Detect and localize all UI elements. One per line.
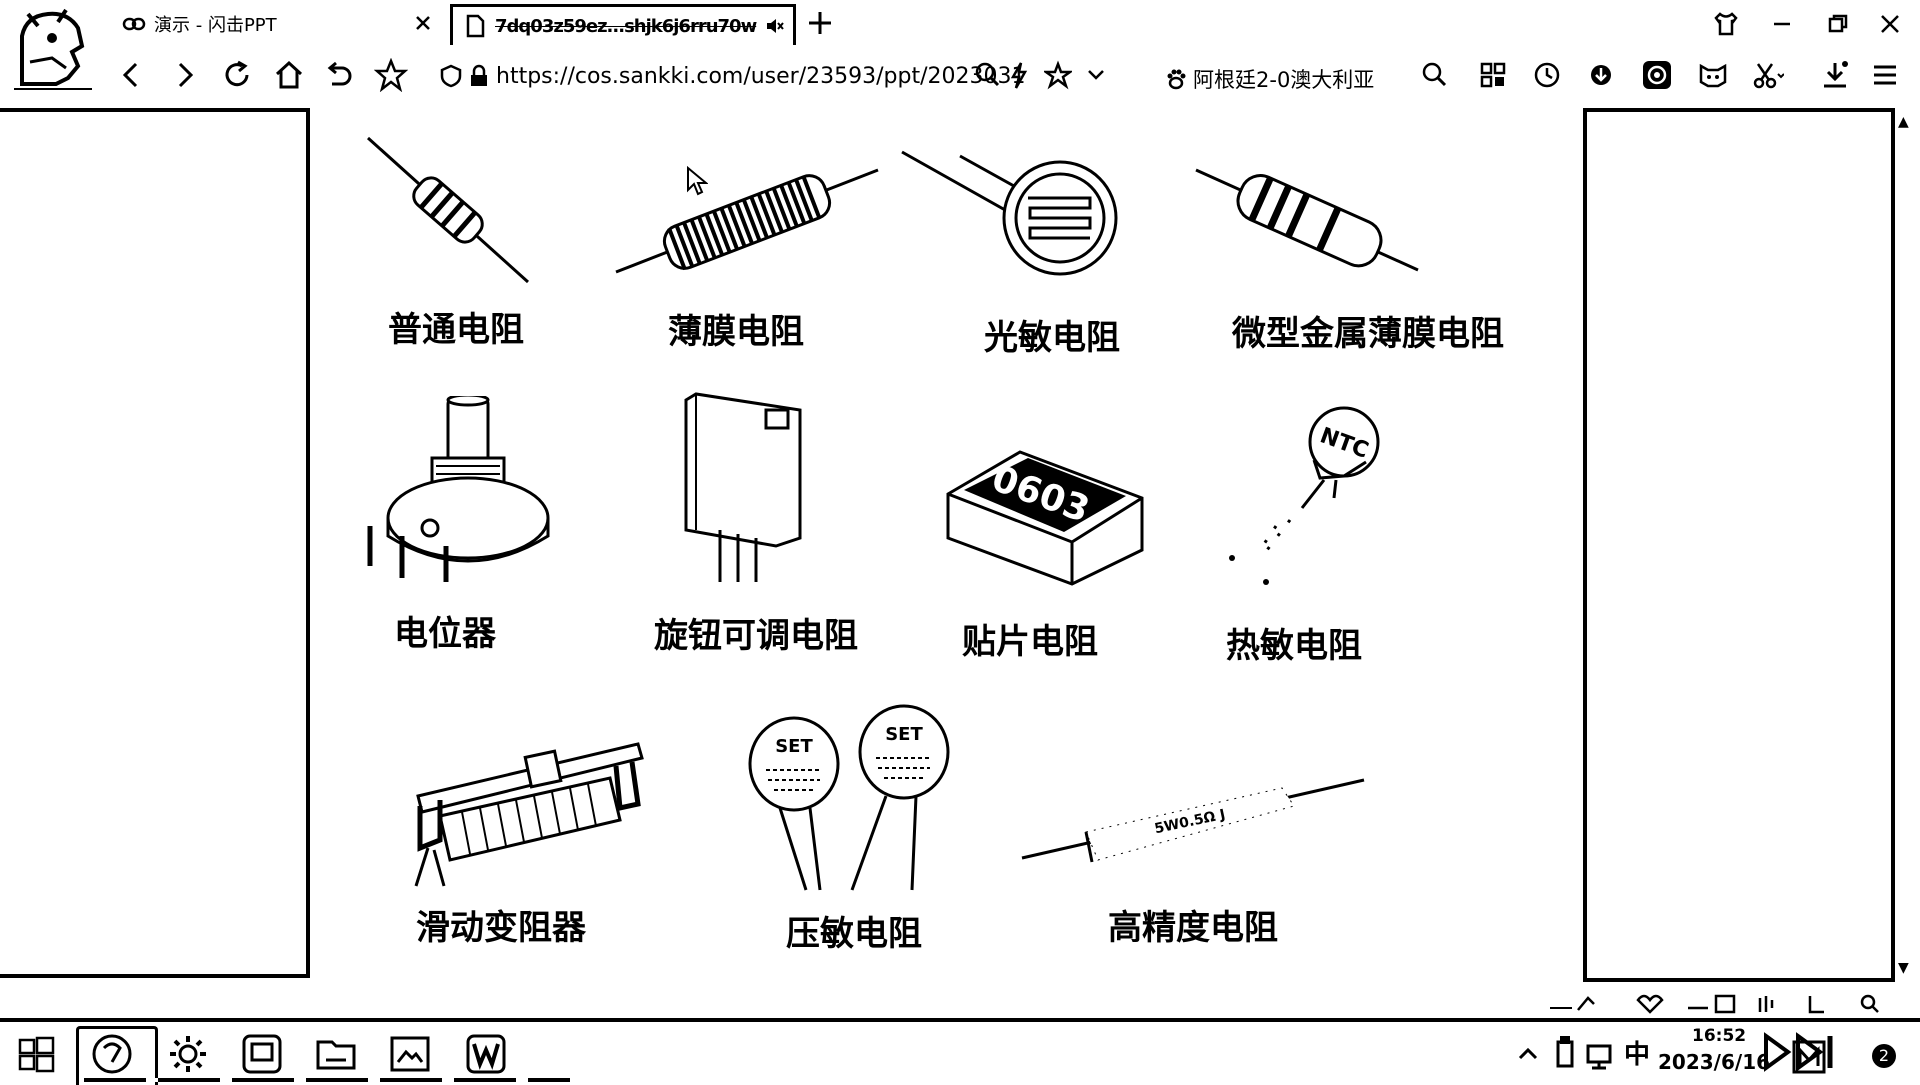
back-icon[interactable] <box>114 58 148 92</box>
metal-film-resistor-image <box>1192 160 1422 280</box>
component-label: 高精度电阻 <box>1108 908 1278 948</box>
taskbar-underlines <box>84 1078 570 1082</box>
wps-office-icon[interactable] <box>464 1032 508 1076</box>
clock-time[interactable]: 16:52 <box>1692 1026 1746 1046</box>
lightning-icon[interactable] <box>1006 58 1032 92</box>
title-bar: 演示 - 闪击PPT 7dq03z59ez...shjk6j6rru70w <box>0 0 1920 90</box>
shield-icon[interactable] <box>440 64 462 88</box>
browser-task-icon[interactable] <box>90 1032 134 1076</box>
mouse-cursor-icon <box>686 166 708 196</box>
component-label: 光敏电阻 <box>984 318 1120 358</box>
scissors-icon[interactable] <box>1750 58 1784 92</box>
component-label: 电位器 <box>394 614 496 654</box>
component-label: 旋钮可调电阻 <box>654 616 858 656</box>
thermistor-image: NTC <box>1220 404 1400 594</box>
app-window-icon[interactable] <box>240 1032 284 1076</box>
undo-close-icon[interactable] <box>322 58 356 92</box>
tab-demo[interactable]: 演示 - 闪击PPT <box>112 4 442 44</box>
minimize-icon[interactable] <box>1768 10 1796 38</box>
home-icon[interactable] <box>272 58 306 92</box>
photoresistor-image <box>900 150 1120 280</box>
bookmark-news[interactable]: 阿根廷2-0澳大利亚 <box>1165 64 1374 94</box>
tab-current[interactable]: 7dq03z59ez...shjk6j6rru70w <box>450 4 796 45</box>
component-label: 普通电阻 <box>388 310 524 350</box>
apps-grid-icon[interactable] <box>1476 58 1510 92</box>
scroll-up-arrow-icon[interactable]: ▲ <box>1898 114 1909 130</box>
component-label: 压敏电阻 <box>786 914 922 954</box>
skin-icon[interactable] <box>1712 10 1740 38</box>
close-window-icon[interactable] <box>1876 10 1904 38</box>
usb-icon[interactable] <box>1550 1032 1580 1076</box>
tab-title: 7dq03z59ez...shjk6j6rru70w <box>495 15 757 37</box>
windows-start-icon[interactable] <box>14 1032 58 1076</box>
restore-icon[interactable] <box>1824 10 1852 38</box>
lock-icon[interactable] <box>468 64 490 88</box>
film-resistor-image <box>612 160 882 280</box>
extension-cat-icon[interactable] <box>1696 58 1730 92</box>
carbon-resistor-image <box>360 130 540 290</box>
navigation-toolbar: https://cos.sankki.com/user/23593/ppt/20… <box>0 50 1920 102</box>
reload-icon[interactable] <box>220 58 254 92</box>
download-icon[interactable] <box>1818 58 1852 92</box>
right-panel <box>1583 108 1895 982</box>
link-icon <box>122 12 146 36</box>
document-icon <box>463 14 487 38</box>
menu-icon[interactable] <box>1868 58 1902 92</box>
image-viewer-icon[interactable] <box>388 1032 432 1076</box>
file-explorer-icon[interactable] <box>314 1032 358 1076</box>
trimmer-resistor-image <box>680 390 810 586</box>
clock-date[interactable]: 2023/6/16 <box>1658 1050 1770 1074</box>
address-bar[interactable]: https://cos.sankki.com/user/23593/ppt/20… <box>440 58 1025 94</box>
close-tab-icon[interactable] <box>412 12 434 34</box>
settings-gear-icon[interactable] <box>166 1032 210 1076</box>
tab-audio-icon[interactable] <box>763 15 785 37</box>
rheostat-image <box>410 736 650 892</box>
varistor-marking: SET <box>885 724 923 745</box>
component-label: 贴片电阻 <box>962 622 1098 662</box>
ai-assistant-icon[interactable] <box>1640 58 1674 92</box>
download-circle-icon[interactable] <box>1584 58 1618 92</box>
zoom-icon[interactable] <box>974 58 1000 92</box>
new-tab-icon[interactable] <box>805 8 835 38</box>
smd-resistor-image: 0603 <box>938 446 1148 586</box>
component-label: 滑动变阻器 <box>416 908 586 948</box>
paw-icon <box>1165 68 1187 90</box>
varistor-image: SET SET <box>744 704 964 894</box>
varistor-marking: SET <box>775 736 813 757</box>
ime-indicator[interactable]: 中 <box>1624 1034 1650 1071</box>
url-text[interactable]: https://cos.sankki.com/user/23593/ppt/20… <box>496 64 1025 89</box>
component-label: 微型金属薄膜电阻 <box>1232 314 1504 354</box>
bookmark-label[interactable]: 阿根廷2-0澳大利亚 <box>1193 64 1374 94</box>
component-label: 热敏电阻 <box>1226 626 1362 666</box>
floating-toolbar <box>1548 990 1888 1016</box>
potentiometer-image <box>356 396 552 586</box>
favorite-star-icon[interactable] <box>374 58 408 92</box>
notification-icon[interactable] <box>1790 1036 1834 1080</box>
tray-chevron-up-icon[interactable] <box>1516 1032 1540 1076</box>
notification-count-badge[interactable]: 2 <box>1872 1044 1896 1068</box>
chevron-down-icon[interactable] <box>1084 58 1108 92</box>
forward-icon[interactable] <box>168 58 202 92</box>
left-panel <box>0 108 310 978</box>
scroll-down-arrow-icon[interactable]: ▼ <box>1898 960 1909 976</box>
network-icon[interactable] <box>1584 1032 1614 1076</box>
tab-title: 演示 - 闪击PPT <box>154 15 277 36</box>
history-icon[interactable] <box>1530 58 1564 92</box>
precision-resistor-image: 5W0.5Ω J <box>1018 776 1368 872</box>
component-label: 薄膜电阻 <box>668 312 804 352</box>
search-icon[interactable] <box>1418 58 1452 92</box>
bookmark-star-icon[interactable] <box>1044 58 1072 92</box>
